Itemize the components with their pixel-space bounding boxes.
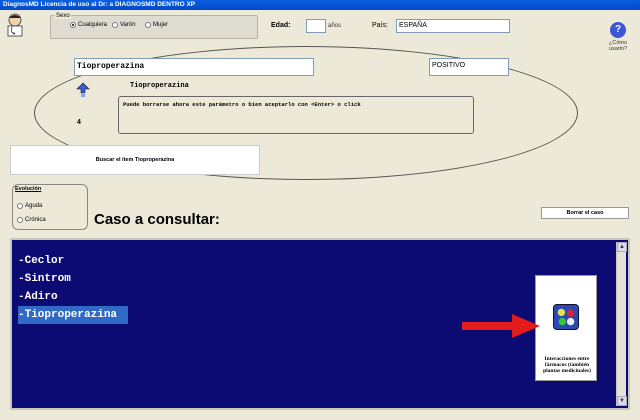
scroll-up-icon[interactable]: ▲ <box>617 242 627 252</box>
radio-cualquiera[interactable]: Cualquiera <box>70 22 107 28</box>
red-arrow-icon <box>462 314 540 338</box>
drug-input[interactable]: Tioproperazina <box>74 58 314 76</box>
list-item[interactable]: -Adiro <box>18 288 128 306</box>
edad-input[interactable] <box>306 19 326 33</box>
evolucion-title: Evolución <box>15 186 42 192</box>
edad-label: Edad: <box>271 22 291 29</box>
clear-case-button[interactable]: Borrar el caso <box>541 207 629 219</box>
counter: 4 <box>77 119 81 126</box>
edad-unit: años <box>328 23 342 29</box>
case-list[interactable]: -Ceclor -Sintrom -Adiro -Tioproperazina <box>18 252 128 324</box>
radio-varon[interactable]: Varón <box>112 22 136 28</box>
window-title: DiagnosMD Licencia de uso al Dr: a DIAGN… <box>0 0 640 10</box>
radio-dot-icon <box>145 22 151 28</box>
search-item-button[interactable]: Buscar el ítem Tioproperazina <box>10 145 260 175</box>
help-button[interactable]: ? ¿Cómo usarlo? <box>605 22 631 52</box>
radio-dot-icon <box>17 203 23 209</box>
sexo-label: Sexo <box>55 13 71 19</box>
scrollbar[interactable]: ▲ ▼ <box>616 242 627 406</box>
radio-aguda[interactable]: Aguda <box>17 203 42 209</box>
drug-subtitle: Tioproperazina <box>130 82 189 90</box>
list-item[interactable]: -Ceclor <box>18 252 128 270</box>
doctor-icon <box>7 13 23 37</box>
radio-cronica[interactable]: Crónica <box>17 217 46 223</box>
list-item-selected[interactable]: -Tioproperazina <box>18 306 128 324</box>
scroll-down-icon[interactable]: ▼ <box>617 396 627 406</box>
pais-input[interactable]: ESPAÑA <box>396 19 510 33</box>
case-list-panel: -Ceclor -Sintrom -Adiro -Tioproperazina … <box>10 238 630 410</box>
result-field[interactable]: POSITIVO <box>429 58 509 76</box>
radio-mujer[interactable]: Mujer <box>145 22 168 28</box>
pais-label: País: <box>372 22 388 29</box>
radio-dot-icon <box>112 22 118 28</box>
help-label: ¿Cómo usarlo? <box>608 40 628 52</box>
list-item[interactable]: -Sintrom <box>18 270 128 288</box>
interactions-button[interactable]: Interacciones entre fármacos (también pl… <box>535 275 597 381</box>
interactions-label: Interacciones entre fármacos (también pl… <box>543 356 591 374</box>
radio-dot-icon <box>70 22 76 28</box>
message-box: Puede borrarse ahora este parámetro o bi… <box>118 96 474 134</box>
pills-icon <box>553 304 579 330</box>
up-down-arrow-icon[interactable] <box>76 82 90 100</box>
caso-title: Caso a consultar: <box>94 211 220 228</box>
radio-dot-icon <box>17 217 23 223</box>
question-icon: ? <box>610 22 626 38</box>
